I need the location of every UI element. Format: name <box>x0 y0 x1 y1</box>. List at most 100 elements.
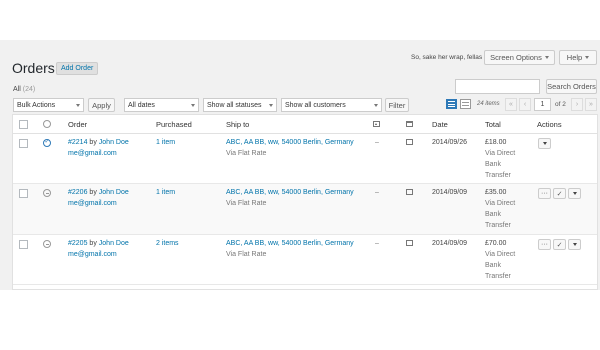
order-total: £18.00 <box>485 139 507 146</box>
status-column-icon[interactable] <box>43 120 51 128</box>
customer-link[interactable]: John Doe <box>99 189 129 196</box>
row-actions-dropdown[interactable] <box>538 138 551 149</box>
ship-method: Via Flat Rate <box>226 150 267 157</box>
apply-button[interactable]: Apply <box>88 98 115 112</box>
dates-value: All dates <box>128 101 155 109</box>
customer-email-link[interactable]: me@gmail.com <box>68 150 117 157</box>
next-page-button[interactable]: › <box>571 98 583 111</box>
order-total: £70.00 <box>485 240 507 247</box>
table-row: #2206 by John Doe me@gmail.com 1 item AB… <box>13 184 597 235</box>
payment-line: Via Direct <box>485 150 516 157</box>
order-number-link[interactable]: #2205 <box>68 240 87 247</box>
col-total[interactable]: Total <box>485 120 501 129</box>
processing-action-button[interactable]: ··· <box>538 239 551 250</box>
customer-link[interactable]: John Doe <box>99 139 129 146</box>
payment-line: Bank <box>485 262 501 269</box>
bulk-actions-select[interactable]: Bulk Actions <box>13 98 84 112</box>
table-header: Order Purchased Ship to Date Total Actio… <box>13 115 597 134</box>
order-by: by <box>89 240 97 247</box>
ship-address-link[interactable]: ABC, AA BB, ww, 54000 Berlin, Germany <box>226 189 354 196</box>
filter-all-link[interactable]: All (24) <box>13 86 35 93</box>
chevron-down-icon <box>191 103 195 107</box>
table-row: #2205 by John Doe me@gmail.com 2 items A… <box>13 235 597 285</box>
excerpt-view-icon[interactable] <box>460 99 471 109</box>
notes-icon[interactable] <box>406 139 413 145</box>
row-actions-dropdown[interactable] <box>568 239 581 250</box>
complete-action-button[interactable]: ✓ <box>553 239 566 250</box>
screen-options-button[interactable]: Screen Options <box>484 50 555 65</box>
customers-select[interactable]: Show all customers <box>281 98 382 112</box>
customer-email-link[interactable]: me@gmail.com <box>68 200 117 207</box>
filter-all-label: All <box>13 86 21 93</box>
col-order[interactable]: Order <box>68 120 87 129</box>
row-checkbox[interactable] <box>19 139 28 148</box>
order-notes-icon <box>406 121 413 127</box>
customer-email-link[interactable]: me@gmail.com <box>68 251 117 258</box>
last-page-button[interactable]: » <box>585 98 597 111</box>
order-date: 2014/09/26 <box>432 139 468 146</box>
customer-message-icon <box>373 121 380 127</box>
dates-select[interactable]: All dates <box>124 98 199 112</box>
chevron-down-icon <box>374 103 378 107</box>
app-window: So, sake her wrap, fellas Screen Options… <box>0 0 600 350</box>
order-cell: #2214 by John Doe me@gmail.com <box>68 137 129 159</box>
order-by: by <box>89 189 97 196</box>
row-actions-dropdown[interactable] <box>568 188 581 199</box>
order-cell: #2205 by John Doe me@gmail.com <box>68 238 129 260</box>
ship-method: Via Flat Rate <box>226 200 267 207</box>
purchased-link[interactable]: 1 item <box>156 187 175 198</box>
payment-line: Bank <box>485 211 501 218</box>
total-cell: £35.00 Via Direct Bank Transfer <box>485 187 515 231</box>
purchased-link[interactable]: 2 items <box>156 238 179 249</box>
notes-icon[interactable] <box>406 189 413 195</box>
orders-table: Order Purchased Ship to Date Total Actio… <box>12 114 598 290</box>
bulk-actions-value: Bulk Actions <box>17 101 56 109</box>
order-number-link[interactable]: #2206 <box>68 189 87 196</box>
total-pages: of 2 <box>555 101 566 108</box>
filter-button[interactable]: Filter <box>385 98 409 112</box>
first-page-button[interactable]: « <box>505 98 517 111</box>
select-all-checkbox[interactable] <box>19 120 28 129</box>
complete-action-button[interactable]: ✓ <box>553 188 566 199</box>
payment-line: Bank <box>485 161 501 168</box>
row-checkbox[interactable] <box>19 189 28 198</box>
ship-address-link[interactable]: ABC, AA BB, ww, 54000 Berlin, Germany <box>226 139 354 146</box>
current-page-input[interactable]: 1 <box>534 98 551 111</box>
on-hold-status-icon <box>43 189 51 197</box>
col-date[interactable]: Date <box>432 120 448 129</box>
chevron-down-icon <box>572 243 577 246</box>
customer-message: – <box>375 139 379 146</box>
status-value: Show all statuses <box>207 101 262 109</box>
customer-message: – <box>375 189 379 196</box>
list-view-icon[interactable] <box>446 99 457 109</box>
screen-options-label: Screen Options <box>490 53 542 62</box>
page-title: Orders <box>12 60 55 76</box>
col-actions: Actions <box>537 120 562 129</box>
order-cell: #2206 by John Doe me@gmail.com <box>68 187 129 209</box>
chevron-down-icon <box>269 103 273 107</box>
ship-address-link[interactable]: ABC, AA BB, ww, 54000 Berlin, Germany <box>226 240 354 247</box>
prev-page-button[interactable]: ‹ <box>519 98 531 111</box>
top-band <box>0 0 600 40</box>
add-order-button[interactable]: Add Order <box>56 62 99 75</box>
processing-action-button[interactable]: ··· <box>538 188 551 199</box>
notes-icon[interactable] <box>406 240 413 246</box>
payment-line: Via Direct <box>485 200 516 207</box>
row-checkbox[interactable] <box>19 240 28 249</box>
payment-line: Transfer <box>485 273 511 280</box>
search-input[interactable] <box>455 79 540 94</box>
ship-to-cell: ABC, AA BB, ww, 54000 Berlin, Germany Vi… <box>226 137 354 159</box>
payment-line: Transfer <box>485 172 511 179</box>
chevron-down-icon <box>542 142 547 145</box>
purchased-link[interactable]: 1 item <box>156 137 175 148</box>
status-select[interactable]: Show all statuses <box>203 98 277 112</box>
order-number-link[interactable]: #2214 <box>68 139 87 146</box>
bottom-band <box>0 290 600 350</box>
help-button[interactable]: Help <box>559 50 597 65</box>
customer-message: – <box>375 240 379 247</box>
chevron-down-icon <box>572 192 577 195</box>
search-orders-button[interactable]: Search Orders <box>546 79 597 94</box>
help-label: Help <box>566 53 583 62</box>
payment-line: Transfer <box>485 222 511 229</box>
customer-link[interactable]: John Doe <box>99 240 129 247</box>
